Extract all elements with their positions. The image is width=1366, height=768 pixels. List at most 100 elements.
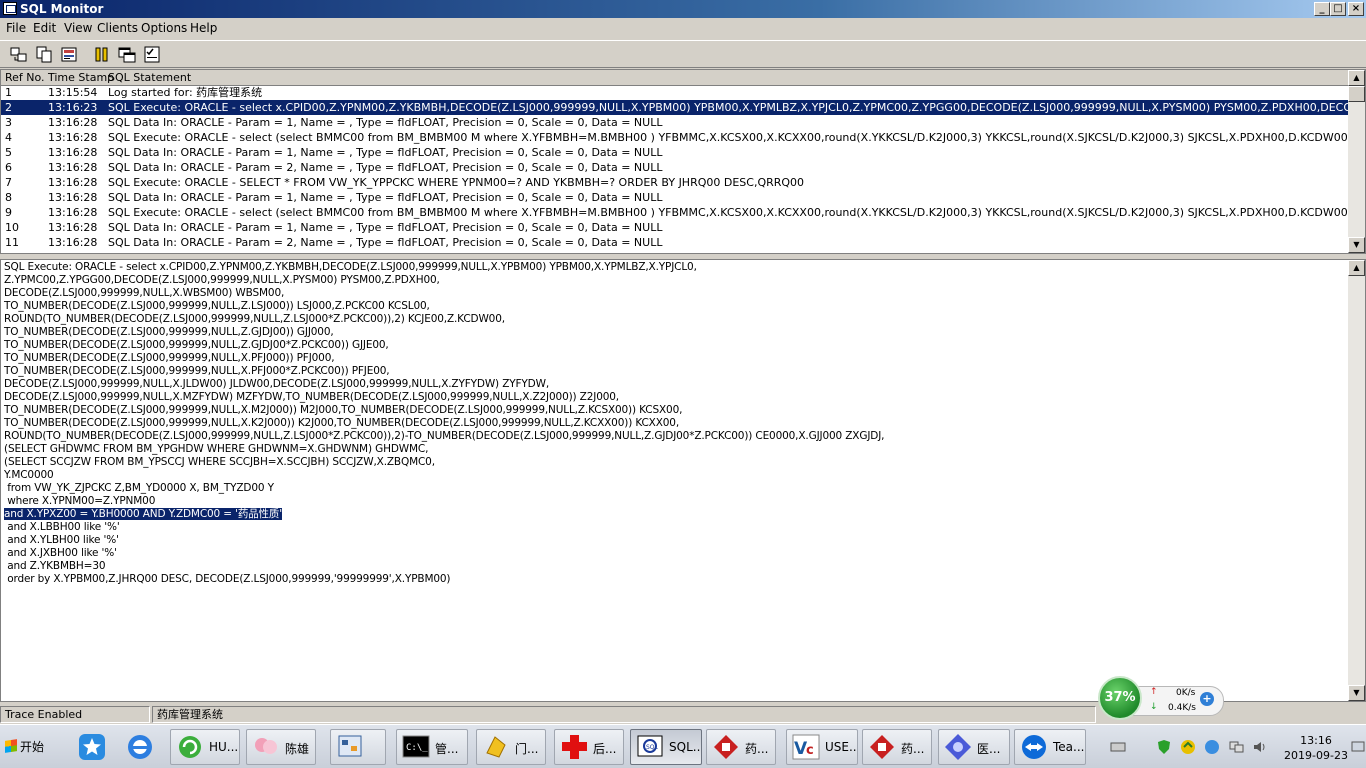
table-row[interactable]: 11 13:16:28 SQL Data In: ORACLE - Param = … bbox=[1, 235, 1349, 250]
refresh-globe-icon bbox=[175, 733, 205, 761]
taskbar-button[interactable]: Vc USE... bbox=[786, 729, 858, 765]
menu-bar: File Edit View Clients Options Help bbox=[0, 18, 1366, 38]
svg-text:SQL: SQL bbox=[646, 744, 659, 751]
table-row[interactable]: 8 13:16:28 SQL Data In: ORACLE - Param = 1… bbox=[1, 190, 1349, 205]
sql-line-text: TO_NUMBER(DECODE(Z.LSJ000,999999,NULL,X.… bbox=[4, 365, 390, 377]
list-scrollbar[interactable]: ▲ ▼ bbox=[1348, 70, 1365, 253]
update-icon[interactable] bbox=[1180, 739, 1196, 755]
sql-detail-line: and X.JXBH00 like '%' bbox=[4, 547, 1344, 560]
sql-line-text: and X.YLBH00 like '%' bbox=[4, 534, 119, 546]
scroll-thumb[interactable] bbox=[1348, 86, 1365, 102]
row-sql-statement: SQL Execute: ORACLE - SELECT * FROM VW_Y… bbox=[108, 176, 805, 189]
copy-icon[interactable] bbox=[34, 45, 54, 65]
upload-arrow-icon: ↑ bbox=[1150, 687, 1158, 697]
row-ref-no: 5 bbox=[5, 146, 12, 159]
network-manager-icon bbox=[335, 733, 365, 761]
sql-line-text: (SELECT SCCJZW FROM BM_YPSCCJ WHERE SCCJ… bbox=[4, 456, 435, 468]
sql-line-text: DECODE(Z.LSJ000,999999,NULL,X.JLDW00) JL… bbox=[4, 378, 550, 390]
shield-icon[interactable] bbox=[1156, 739, 1172, 755]
clinic-icon bbox=[481, 733, 511, 761]
column-sql-statement[interactable]: SQL Statement bbox=[108, 71, 191, 84]
keyboard-icon[interactable] bbox=[1110, 739, 1126, 755]
row-time-stamp: 13:16:28 bbox=[48, 236, 98, 249]
sql-line-text: and X.JXBH00 like '%' bbox=[4, 547, 117, 559]
security-guard-icon[interactable] bbox=[1204, 739, 1220, 755]
quick-launch-star-icon[interactable] bbox=[76, 731, 108, 763]
column-time-stamp[interactable]: Time Stamp bbox=[48, 71, 114, 84]
pause-icon[interactable] bbox=[92, 45, 112, 65]
menu-file[interactable]: File bbox=[6, 21, 26, 35]
sql-log-list[interactable]: Ref No. Time Stamp SQL Statement 1 13:15:… bbox=[0, 69, 1366, 254]
toolbar bbox=[0, 40, 1366, 68]
sql-detail-pane[interactable]: SQL Execute: ORACLE - select x.CPID00,Z.… bbox=[0, 259, 1366, 702]
detail-scroll-up-button[interactable]: ▲ bbox=[1348, 260, 1365, 276]
taskbar-button[interactable]: C:\_ 管... bbox=[396, 729, 468, 765]
cpu-percent-badge[interactable]: 37% bbox=[1098, 676, 1142, 720]
accelerate-plus-icon[interactable]: + bbox=[1200, 692, 1214, 706]
taskbar-button[interactable]: HU... bbox=[170, 729, 240, 765]
table-row[interactable]: 6 13:16:28 SQL Data In: ORACLE - Param = 2… bbox=[1, 160, 1349, 175]
print-icon[interactable] bbox=[59, 45, 79, 65]
menu-options[interactable]: Options bbox=[141, 21, 187, 35]
row-sql-statement: SQL Execute: ORACLE - select (select BMM… bbox=[108, 206, 1349, 219]
taskbar-button-label: 医... bbox=[977, 742, 1001, 756]
sql-monitor-app-icon[interactable] bbox=[3, 2, 17, 15]
checklist-icon[interactable] bbox=[142, 45, 162, 65]
quick-launch-ie-icon[interactable] bbox=[124, 731, 156, 763]
window-title: SQL Monitor bbox=[20, 2, 104, 16]
taskbar-clock[interactable]: 13:16 2019-09-23 bbox=[1276, 733, 1356, 763]
row-time-stamp: 13:16:23 bbox=[48, 101, 98, 114]
sql-line-text: and X.LBBH00 like '%' bbox=[4, 521, 120, 533]
table-row[interactable]: 7 13:16:28 SQL Execute: ORACLE - SELECT * … bbox=[1, 175, 1349, 190]
taskbar-button[interactable]: 门... bbox=[476, 729, 546, 765]
column-ref-no[interactable]: Ref No. bbox=[5, 71, 45, 84]
taskbar-button-label: 门... bbox=[515, 742, 539, 756]
network-icon[interactable] bbox=[1228, 739, 1244, 755]
sql-detail-text[interactable]: SQL Execute: ORACLE - select x.CPID00,Z.… bbox=[4, 261, 1344, 586]
sql-line-text: Y.MC0000 bbox=[4, 469, 54, 481]
taskbar-button-label: 管... bbox=[435, 742, 459, 756]
taskbar-button-label: 药... bbox=[745, 742, 769, 756]
taskbar-button[interactable]: Tea... bbox=[1014, 729, 1086, 765]
volume-icon[interactable] bbox=[1252, 739, 1268, 755]
sql-detail-line: TO_NUMBER(DECODE(Z.LSJ000,999999,NULL,X.… bbox=[4, 352, 1344, 365]
vnc-icon: Vc bbox=[791, 733, 821, 761]
menu-edit[interactable]: Edit bbox=[33, 21, 56, 35]
scroll-up-button[interactable]: ▲ bbox=[1348, 70, 1365, 86]
start-button[interactable]: 开始 bbox=[2, 733, 52, 761]
maximize-button[interactable]: □ bbox=[1330, 2, 1346, 16]
sql-detail-line: and X.LBBH00 like '%' bbox=[4, 521, 1344, 534]
menu-help[interactable]: Help bbox=[190, 21, 217, 35]
table-row[interactable]: 10 13:16:28 SQL Data In: ORACLE - Param = … bbox=[1, 220, 1349, 235]
table-row[interactable]: 9 13:16:28 SQL Execute: ORACLE - select (s… bbox=[1, 205, 1349, 220]
window-icon[interactable] bbox=[117, 45, 137, 65]
sql-line-text: ROUND(TO_NUMBER(DECODE(Z.LSJ000,999999,N… bbox=[4, 430, 885, 442]
minimize-button[interactable]: _ bbox=[1314, 2, 1330, 16]
table-row[interactable]: 1 13:15:54 Log started for: 药库管理系统 bbox=[1, 85, 1349, 100]
clients-icon[interactable] bbox=[9, 45, 29, 65]
table-row[interactable]: 3 13:16:28 SQL Data In: ORACLE - Param = 1… bbox=[1, 115, 1349, 130]
table-row[interactable]: 2 13:16:23 SQL Execute: ORACLE - select x.… bbox=[1, 100, 1349, 115]
table-row[interactable]: 5 13:16:28 SQL Data In: ORACLE - Param = 1… bbox=[1, 145, 1349, 160]
detail-scroll-down-button[interactable]: ▼ bbox=[1348, 685, 1365, 701]
scroll-down-button[interactable]: ▼ bbox=[1348, 237, 1365, 253]
red-cross-icon bbox=[559, 733, 589, 761]
taskbar-button-label: Tea... bbox=[1053, 740, 1085, 754]
table-row[interactable]: 4 13:16:28 SQL Execute: ORACLE - select (s… bbox=[1, 130, 1349, 145]
menu-clients[interactable]: Clients bbox=[97, 21, 138, 35]
taskbar-button[interactable]: 药... bbox=[862, 729, 932, 765]
taskbar-button[interactable]: SQL SQL... bbox=[630, 729, 702, 765]
taskbar-button[interactable]: 医... bbox=[938, 729, 1010, 765]
taskbar-button[interactable] bbox=[330, 729, 386, 765]
sql-line-text: TO_NUMBER(DECODE(Z.LSJ000,999999,NULL,Z.… bbox=[4, 339, 389, 351]
network-speed-widget[interactable]: 37% ↑ 0K/s ↓ 0.4K/s + bbox=[1098, 676, 1226, 722]
taskbar-button[interactable]: 药... bbox=[706, 729, 776, 765]
menu-view[interactable]: View bbox=[64, 21, 92, 35]
detail-scrollbar[interactable]: ▲ ▼ bbox=[1348, 260, 1365, 701]
row-ref-no: 10 bbox=[5, 221, 19, 234]
sql-line-text: ROUND(TO_NUMBER(DECODE(Z.LSJ000,999999,N… bbox=[4, 313, 505, 325]
sql-line-text: from VW_YK_ZJPCKC Z,BM_YD0000 X, BM_TYZD… bbox=[4, 482, 274, 494]
taskbar-button[interactable]: 后... bbox=[554, 729, 624, 765]
taskbar-button[interactable]: 陈雄 bbox=[246, 729, 316, 765]
close-button[interactable]: × bbox=[1348, 2, 1364, 16]
